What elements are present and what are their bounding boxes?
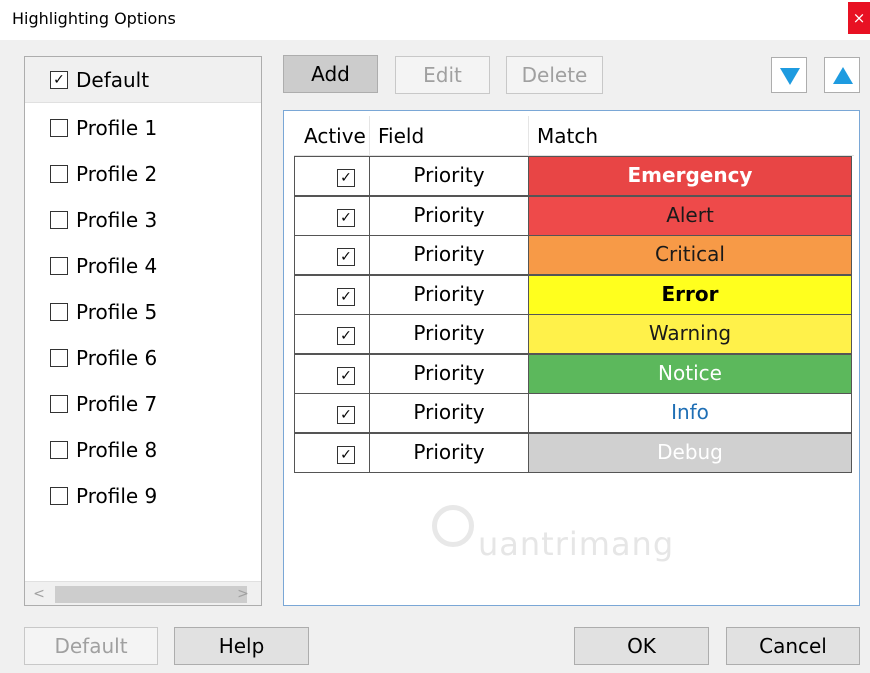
profile-checkbox[interactable]	[50, 441, 68, 459]
profile-label: Profile 5	[76, 300, 158, 324]
watermark-text: uantrimang	[478, 525, 675, 563]
move-down-button[interactable]	[771, 57, 807, 93]
match-cell: Alert	[528, 195, 852, 236]
profile-item[interactable]: Profile 8	[25, 427, 261, 473]
field-cell: Priority	[369, 274, 529, 315]
ok-button[interactable]: OK	[574, 627, 709, 665]
profile-label: Profile 8	[76, 438, 158, 462]
profile-item[interactable]: Profile 1	[25, 105, 261, 151]
active-checkbox[interactable]: ✓	[337, 445, 355, 464]
active-cell: ✓	[294, 235, 370, 275]
table-header: Active Field Match	[294, 116, 854, 156]
column-header-field[interactable]: Field	[370, 116, 529, 156]
help-button[interactable]: Help	[174, 627, 309, 665]
delete-button[interactable]: Delete	[506, 56, 603, 94]
move-up-button[interactable]	[824, 57, 860, 93]
profile-checkbox[interactable]	[50, 395, 68, 413]
profile-label: Profile 4	[76, 254, 158, 278]
table-row[interactable]: ✓ Priority Warning	[294, 314, 854, 354]
profile-item[interactable]: Profile 3	[25, 197, 261, 243]
default-button[interactable]: Default	[24, 627, 158, 665]
active-cell: ✓	[294, 156, 370, 196]
active-checkbox[interactable]: ✓	[337, 208, 355, 227]
table-row[interactable]: ✓ Priority Debug	[294, 432, 854, 473]
field-cell: Priority	[369, 353, 529, 394]
field-cell: Priority	[369, 195, 529, 236]
field-cell: Priority	[369, 393, 529, 433]
active-checkbox[interactable]: ✓	[337, 248, 355, 266]
active-checkbox[interactable]: ✓	[337, 169, 355, 187]
profile-checkbox[interactable]: ✓	[50, 70, 68, 89]
profile-item[interactable]: Profile 6	[25, 335, 261, 381]
scroll-thumb[interactable]	[55, 586, 247, 603]
active-checkbox[interactable]: ✓	[337, 327, 355, 345]
active-checkbox[interactable]: ✓	[337, 406, 355, 424]
profile-checkbox[interactable]	[50, 303, 68, 321]
profile-checkbox[interactable]	[50, 257, 68, 275]
add-button[interactable]: Add	[283, 55, 378, 93]
horizontal-scrollbar[interactable]: < >	[25, 581, 261, 605]
profile-list: ✓ Default Profile 1 Profile 2 Profile 3 Profi…	[24, 56, 262, 606]
active-cell: ✓	[294, 195, 370, 236]
table-row[interactable]: ✓ Priority Info	[294, 393, 854, 433]
profile-checkbox[interactable]	[50, 487, 68, 505]
profile-label: Profile 2	[76, 162, 158, 186]
profile-label: Profile 1	[76, 116, 158, 140]
profile-item[interactable]: Profile 4	[25, 243, 261, 289]
table-row[interactable]: ✓ Priority Critical	[294, 235, 854, 275]
field-cell: Priority	[369, 314, 529, 354]
profile-label: Profile 7	[76, 392, 158, 416]
profile-checkbox[interactable]	[50, 165, 68, 183]
table-row[interactable]: ✓ Priority Notice	[294, 353, 854, 394]
close-button[interactable]: ×	[848, 2, 870, 34]
active-checkbox[interactable]: ✓	[337, 366, 355, 385]
match-cell: Debug	[528, 432, 852, 473]
triangle-up-icon	[833, 67, 853, 84]
field-cell: Priority	[369, 235, 529, 275]
scroll-right-icon[interactable]: >	[233, 584, 253, 604]
match-cell: Notice	[528, 353, 852, 394]
column-header-match[interactable]: Match	[529, 116, 854, 156]
field-cell: Priority	[369, 432, 529, 473]
cancel-button[interactable]: Cancel	[726, 627, 860, 665]
triangle-down-icon	[780, 68, 800, 85]
table-row[interactable]: ✓ Priority Alert	[294, 195, 854, 236]
watermark-logo-icon	[432, 505, 474, 547]
profile-label: Profile 6	[76, 346, 158, 370]
field-cell: Priority	[369, 156, 529, 196]
profile-item[interactable]: Profile 7	[25, 381, 261, 427]
match-cell: Error	[528, 274, 852, 315]
active-checkbox[interactable]: ✓	[337, 287, 355, 306]
profile-label: Default	[76, 67, 150, 92]
window-title: Highlighting Options	[12, 9, 176, 28]
table-row[interactable]: ✓ Priority Error	[294, 274, 854, 315]
active-cell: ✓	[294, 432, 370, 473]
profile-item[interactable]: ✓ Default	[25, 57, 261, 103]
active-cell: ✓	[294, 314, 370, 354]
profile-item[interactable]: Profile 9	[25, 473, 261, 519]
title-bar: Highlighting Options ×	[0, 0, 870, 40]
scroll-left-icon[interactable]: <	[29, 584, 49, 604]
active-cell: ✓	[294, 393, 370, 433]
profile-checkbox[interactable]	[50, 211, 68, 229]
match-cell: Critical	[528, 235, 852, 275]
profile-item[interactable]: Profile 2	[25, 151, 261, 197]
edit-button[interactable]: Edit	[395, 56, 490, 94]
active-cell: ✓	[294, 274, 370, 315]
profile-label: Profile 9	[76, 484, 158, 508]
profile-checkbox[interactable]	[50, 349, 68, 367]
profile-checkbox[interactable]	[50, 119, 68, 137]
match-cell: Info	[528, 393, 852, 433]
profile-label: Profile 3	[76, 208, 158, 232]
column-header-active[interactable]: Active	[294, 116, 370, 156]
profile-item[interactable]: Profile 5	[25, 289, 261, 335]
match-cell: Warning	[528, 314, 852, 354]
table-row[interactable]: ✓ Priority Emergency	[294, 156, 854, 196]
active-cell: ✓	[294, 353, 370, 394]
match-cell: Emergency	[528, 156, 852, 196]
